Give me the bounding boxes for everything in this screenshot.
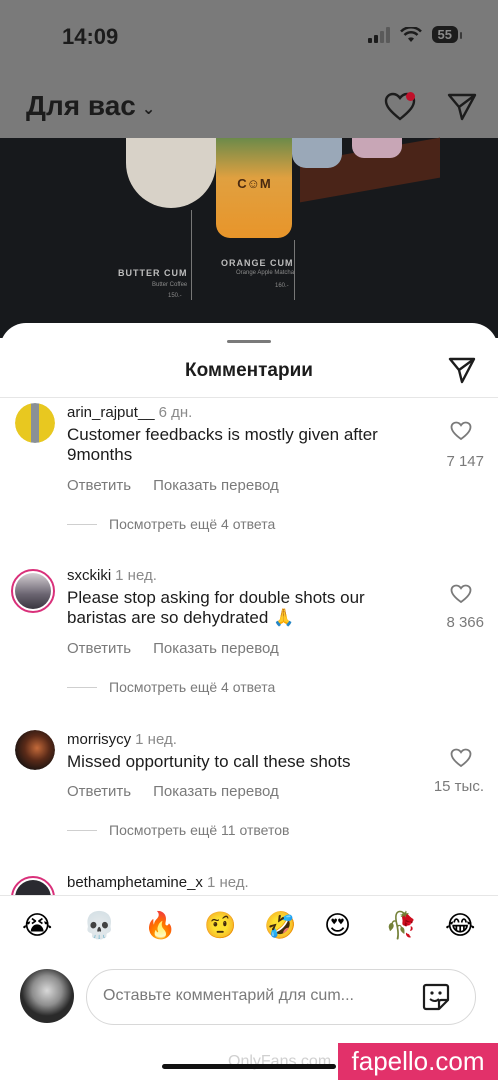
reply-button[interactable]: Ответить: [67, 783, 131, 800]
like-count: 8 366: [446, 614, 484, 631]
view-replies-button[interactable]: Посмотреть ещё 4 ответа: [67, 679, 275, 695]
comment-author[interactable]: bethamphetamine_x 1 нед.: [67, 874, 249, 891]
reply-button[interactable]: Ответить: [67, 640, 131, 657]
menu-item-price: 160.-: [275, 283, 289, 289]
emoji-button[interactable]: 🥀: [385, 910, 417, 941]
heart-icon[interactable]: [450, 748, 472, 768]
sticker-icon[interactable]: [421, 982, 451, 1012]
comment-username[interactable]: bethamphetamine_x: [67, 874, 203, 891]
emoji-bar: 😭 💀 🔥 🤨 🤣 😍 🥀 😂: [0, 895, 498, 946]
heart-icon[interactable]: [450, 584, 472, 604]
share-icon[interactable]: [448, 357, 476, 385]
sheet-title: Комментарии: [185, 360, 313, 381]
comment-actions: Ответить Показать перевод: [67, 783, 279, 800]
photo-cup-blue: [292, 138, 342, 168]
status-time: 14:09: [62, 24, 119, 49]
emoji-button[interactable]: 😭: [22, 910, 52, 941]
photo-cup-orange: C☺M: [216, 138, 292, 238]
comment-username[interactable]: arin_rajput__: [67, 404, 155, 421]
avatar[interactable]: [15, 730, 55, 770]
view-replies-button[interactable]: Посмотреть ещё 4 ответа: [67, 516, 275, 532]
emoji-button[interactable]: 🤨: [204, 910, 236, 941]
replies-line: [67, 829, 97, 831]
emoji-button[interactable]: 😂: [445, 910, 475, 941]
comment-time: 1 нед.: [135, 731, 177, 748]
feed-selector[interactable]: Для вас ⌄: [26, 90, 155, 122]
emoji-button[interactable]: 🤣: [264, 910, 296, 941]
sheet-divider: [0, 397, 498, 398]
view-replies-label: Посмотреть ещё 4 ответа: [109, 679, 276, 695]
notification-dot: [406, 92, 415, 101]
avatar[interactable]: [15, 403, 55, 443]
view-replies-label: Посмотреть ещё 11 ответов: [109, 822, 290, 838]
emoji-button[interactable]: 💀: [83, 910, 115, 941]
menu-item-label: BUTTER CUM: [118, 268, 188, 278]
chevron-down-icon: ⌄: [141, 101, 156, 118]
photo-cup-pink: [352, 138, 402, 158]
comment-actions: Ответить Показать перевод: [67, 477, 279, 494]
reply-button[interactable]: Ответить: [67, 477, 131, 494]
feed-title: Для вас: [26, 90, 136, 121]
replies-line: [67, 686, 97, 688]
comments-sheet: Комментарии arin_rajput__ 6 дн. Customer …: [0, 323, 498, 1080]
fapello-watermark: fapello.com: [338, 1043, 498, 1080]
user-avatar: [20, 969, 74, 1023]
comment-input[interactable]: Оставьте комментарий для cum...: [86, 969, 476, 1025]
menu-item-sub: Orange Apple Matcha: [236, 270, 295, 276]
avatar[interactable]: [11, 569, 55, 613]
comment-username[interactable]: sxckiki: [67, 567, 111, 584]
view-replies-label: Посмотреть ещё 4 ответа: [109, 516, 276, 532]
translate-button[interactable]: Показать перевод: [153, 640, 279, 657]
translate-button[interactable]: Показать перевод: [153, 477, 279, 494]
comment-actions: Ответить Показать перевод: [67, 640, 279, 657]
sheet-grabber[interactable]: [227, 340, 271, 343]
cup-logo: C☺M: [237, 176, 271, 191]
emoji-button[interactable]: 😍: [324, 910, 351, 941]
comment-text: Customer feedbacks is mostly given after…: [67, 425, 378, 464]
view-replies-button[interactable]: Посмотреть ещё 11 ответов: [67, 822, 289, 838]
menu-item-price: 150.-: [168, 293, 182, 299]
comment-time: 6 дн.: [158, 404, 193, 421]
signal-icon: [367, 26, 390, 43]
emoji-button[interactable]: 🔥: [144, 910, 176, 941]
comment-author[interactable]: morrisycy 1 нед.: [67, 731, 177, 748]
comment-time: 1 нед.: [206, 874, 249, 891]
replies-line: [67, 523, 97, 525]
comment-username[interactable]: morrisycy: [67, 731, 131, 748]
comment-time: 1 нед.: [115, 567, 157, 584]
wifi-icon: [399, 26, 422, 42]
comment-author[interactable]: sxckiki 1 нед.: [67, 567, 157, 584]
like-count: 7 147: [446, 453, 484, 470]
comment-input-placeholder: Оставьте комментарий для cum...: [103, 987, 354, 1004]
like-count: 15 тыс.: [433, 778, 484, 795]
direct-message-icon[interactable]: [446, 92, 478, 122]
comment-author[interactable]: arin_rajput__ 6 дн.: [67, 404, 192, 421]
heart-icon[interactable]: [450, 421, 472, 441]
menu-item-label: ORANGE CUM: [221, 258, 294, 268]
menu-divider: [191, 210, 192, 300]
comment-text: Please stop asking for double shots our …: [67, 588, 365, 627]
menu-divider: [294, 240, 295, 300]
translate-button[interactable]: Показать перевод: [153, 783, 279, 800]
battery-indicator: 55: [431, 26, 463, 43]
home-indicator: [162, 1064, 336, 1069]
status-icons: 55: [367, 26, 463, 43]
comment-text: Missed opportunity to call these shots: [67, 752, 351, 771]
menu-item-sub: Butter Coffee: [152, 282, 188, 288]
